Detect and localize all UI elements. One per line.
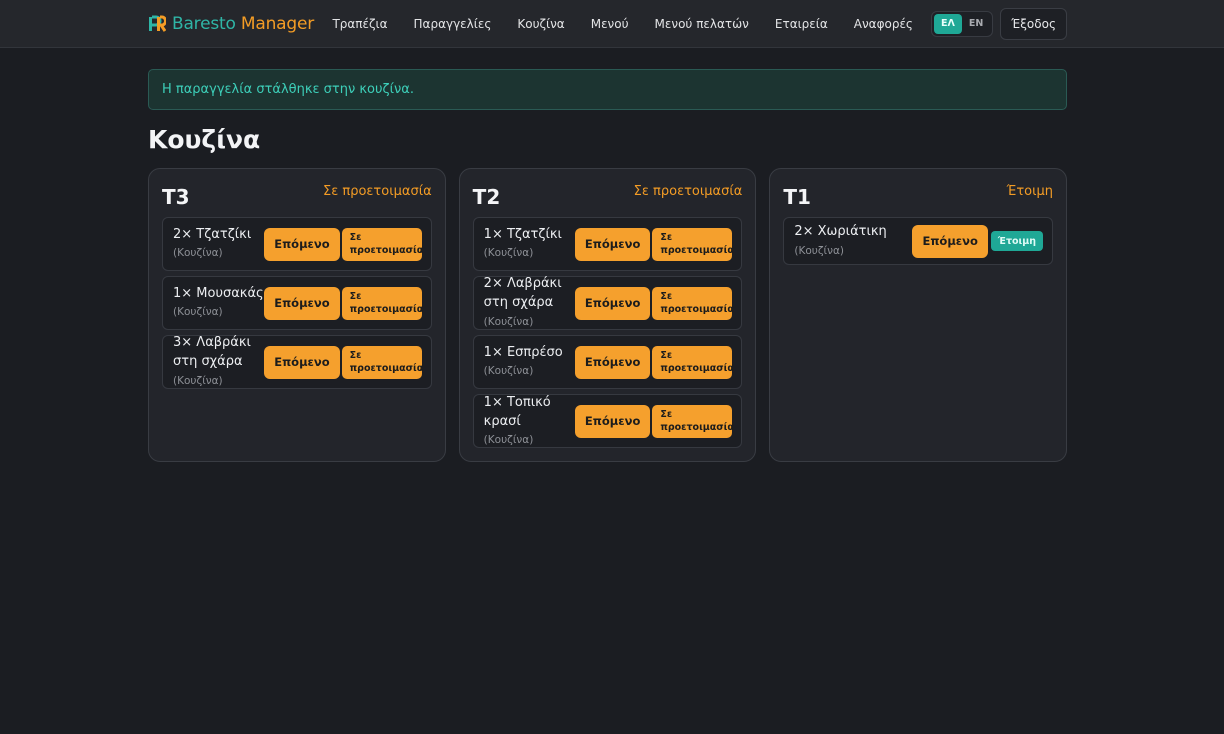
item-station: (Κουζίνα) <box>483 433 534 446</box>
state-button[interactable]: Σε προετοιμασία <box>341 227 423 261</box>
state-button[interactable]: Σε προετοιμασία <box>652 404 734 438</box>
next-button[interactable]: Επόμενο <box>574 286 651 320</box>
main-content: Η παραγγελία στάλθηκε στην κουζίνα. Κουζ… <box>148 69 1068 462</box>
table-status: Σε προετοιμασία <box>633 184 743 199</box>
nav-tables[interactable]: Τραπέζια <box>332 17 387 31</box>
state-button[interactable]: Σε προετοιμασία <box>652 345 734 379</box>
brand-name-part1: Baresto <box>172 14 236 34</box>
item-station: (Κουζίνα) <box>483 316 534 328</box>
nav-reports[interactable]: Αναφορές <box>854 17 913 31</box>
item-name: 2× Λαβράκι στη σχάρα <box>483 276 562 310</box>
state-button[interactable]: Σε προετοιμασία <box>652 227 734 261</box>
order-item: 3× Λαβράκι στη σχάρα (Κουζίνα) Επόμενο Σ… <box>162 335 432 389</box>
table-card-t1: T1 Έτοιμη 2× Χωριάτικη (Κουζίνα) Επόμενο… <box>769 168 1068 462</box>
item-text: 1× Τζατζίκι (Κουζίνα) <box>484 225 575 263</box>
item-text: 2× Λαβράκι στη σχάρα (Κουζίνα) <box>484 274 575 332</box>
item-station: (Κουζίνα) <box>794 244 844 257</box>
item-name: 1× Τοπικό κρασί <box>483 394 551 429</box>
next-button[interactable]: Επόμενο <box>574 404 651 438</box>
nav-orders[interactable]: Παραγγελίες <box>414 17 492 31</box>
table-card-t2: T2 Σε προετοιμασία 1× Τζατζίκι (Κουζίνα)… <box>458 168 757 462</box>
brand-name: Baresto Manager <box>172 14 314 34</box>
lang-en-button[interactable]: EN <box>962 14 990 34</box>
item-station: (Κουζίνα) <box>173 247 223 259</box>
state-button[interactable]: Σε προετοιμασία <box>652 286 734 320</box>
table-title: T1 <box>783 185 811 209</box>
item-name: 2× Χωριάτικη <box>794 223 887 239</box>
language-switcher: ΕΛ EN <box>930 11 994 37</box>
item-name: 1× Μουσακάς <box>173 286 264 301</box>
logout-button[interactable]: Έξοδος <box>1000 8 1067 40</box>
order-item: 1× Εσπρέσο (Κουζίνα) Επόμενο Σε προετοιμ… <box>472 335 743 389</box>
order-item: 2× Χωριάτικη (Κουζίνα) Επόμενο Έτοιμη <box>783 217 1054 265</box>
next-button[interactable]: Επόμενο <box>264 227 340 261</box>
item-text: 1× Εσπρέσο (Κουζίνα) <box>484 343 575 381</box>
item-name: 3× Λαβράκι στη σχάρα <box>173 335 251 369</box>
item-name: 1× Τζατζίκι <box>483 227 562 242</box>
table-title: T3 <box>162 185 190 209</box>
item-text: 3× Λαβράκι στη σχάρα (Κουζίνα) <box>173 333 264 391</box>
brand-logo-icon <box>149 15 166 32</box>
lang-el-button[interactable]: ΕΛ <box>933 14 962 34</box>
success-alert: Η παραγγελία στάλθηκε στην κουζίνα. <box>148 69 1067 110</box>
item-station: (Κουζίνα) <box>483 247 534 259</box>
page-title: Κουζίνα <box>148 125 261 154</box>
order-item: 1× Τοπικό κρασί (Κουζίνα) Επόμενο Σε προ… <box>472 393 743 450</box>
state-button[interactable]: Σε προετοιμασία <box>341 345 423 379</box>
nav-company[interactable]: Εταιρεία <box>775 17 828 31</box>
item-name: 1× Εσπρέσο <box>483 345 563 360</box>
nav-menu[interactable]: Μενού <box>591 17 629 31</box>
brand-name-part2: Manager <box>240 14 315 34</box>
item-text: 2× Χωριάτικη (Κουζίνα) <box>794 222 912 261</box>
table-status: Σε προετοιμασία <box>323 184 432 199</box>
brand[interactable]: Baresto Manager <box>148 14 314 34</box>
item-text: 1× Τοπικό κρασί (Κουζίνα) <box>484 393 575 450</box>
order-item: 2× Λαβράκι στη σχάρα (Κουζίνα) Επόμενο Σ… <box>472 274 743 332</box>
item-station: (Κουζίνα) <box>173 306 223 318</box>
order-item: 1× Τζατζίκι (Κουζίνα) Επόμενο Σε προετοι… <box>472 217 743 271</box>
item-text: 2× Τζατζίκι (Κουζίνα) <box>173 225 264 263</box>
state-button[interactable]: Σε προετοιμασία <box>341 286 423 320</box>
item-station: (Κουζίνα) <box>173 375 223 387</box>
table-status: Έτοιμη <box>1006 184 1054 199</box>
item-text: 1× Μουσακάς (Κουζίνα) <box>173 284 264 322</box>
order-item: 1× Μουσακάς (Κουζίνα) Επόμενο Σε προετοι… <box>162 276 432 330</box>
kitchen-columns: T3 Σε προετοιμασία 2× Τζατζίκι (Κουζίνα)… <box>148 168 1068 462</box>
next-button[interactable]: Επόμενο <box>574 345 651 379</box>
next-button[interactable]: Επόμενο <box>574 227 651 261</box>
item-name: 2× Τζατζίκι <box>173 227 252 242</box>
nav-customer-menu[interactable]: Μενού πελατών <box>655 17 749 31</box>
main-nav: Τραπέζια Παραγγελίες Κουζίνα Μενού Μενού… <box>332 8 1067 40</box>
table-title: T2 <box>472 185 501 209</box>
top-navigation-bar: Baresto Manager Τραπέζια Παραγγελίες Κου… <box>0 0 1224 48</box>
state-button[interactable]: Έτοιμη <box>990 231 1044 251</box>
next-button[interactable]: Επόμενο <box>912 224 988 258</box>
next-button[interactable]: Επόμενο <box>264 345 340 379</box>
item-station: (Κουζίνα) <box>483 365 534 377</box>
nav-kitchen[interactable]: Κουζίνα <box>517 17 564 31</box>
order-item: 2× Τζατζίκι (Κουζίνα) Επόμενο Σε προετοι… <box>162 217 432 271</box>
next-button[interactable]: Επόμενο <box>264 286 340 320</box>
table-card-t3: T3 Σε προετοιμασία 2× Τζατζίκι (Κουζίνα)… <box>148 168 446 462</box>
